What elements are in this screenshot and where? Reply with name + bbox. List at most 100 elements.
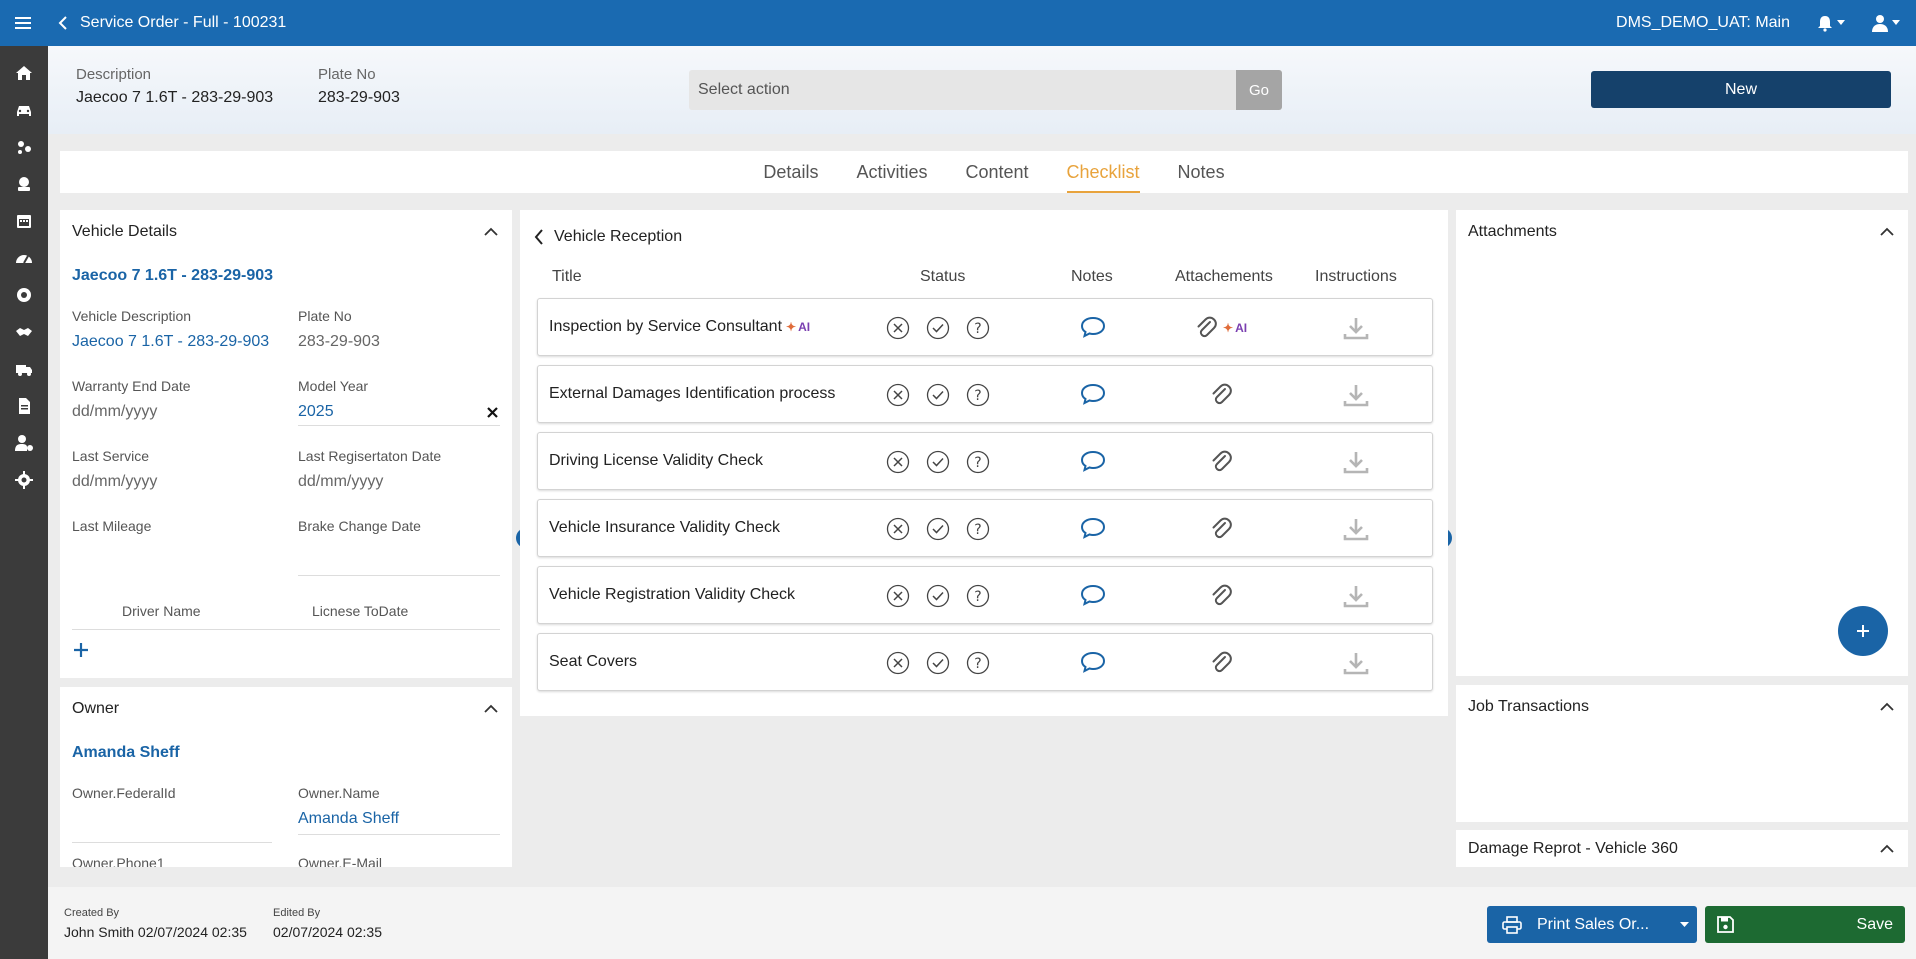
menu-icon[interactable] [0,16,46,30]
comment-icon[interactable] [1080,450,1106,472]
tab-checklist[interactable]: Checklist [1066,151,1140,193]
print-sales-order-button[interactable]: Print Sales Or... [1487,906,1697,943]
print-dropdown[interactable] [1671,921,1697,928]
model-year-field[interactable]: Model Year 2025 [298,378,500,426]
status-unknown-icon[interactable]: ? [966,651,990,675]
user-menu-button[interactable] [1871,14,1900,32]
warranty-value[interactable]: dd/mm/yyyy [72,403,272,421]
status-unknown-icon[interactable]: ? [966,316,990,340]
status-approve-icon[interactable] [926,383,950,407]
status-approve-icon[interactable] [926,584,950,608]
home-icon[interactable] [0,54,48,91]
workshop-icon[interactable] [0,276,48,313]
owner-email-field[interactable]: Owner.E-Mail [298,855,382,867]
last-registration-field[interactable]: Last Regisertaton Date dd/mm/yyyy [298,448,500,491]
status-unknown-icon[interactable]: ? [966,383,990,407]
caret-down-icon [1679,921,1689,927]
model-year-input[interactable]: 2025 [298,403,500,426]
status-approve-icon[interactable] [926,517,950,541]
owner-phone-field[interactable]: Owner.Phone1 [72,855,165,867]
last-service-value[interactable]: dd/mm/yyyy [72,473,272,491]
chevron-up-icon[interactable] [1878,223,1896,241]
truck-icon[interactable] [0,350,48,387]
action-select[interactable]: Select action Go [689,70,1282,110]
paperclip-icon[interactable] [1195,316,1217,340]
clear-icon[interactable] [487,407,498,418]
tab-notes[interactable]: Notes [1178,151,1225,193]
service-icon[interactable] [0,165,48,202]
checklist-item-title: Driving License Validity Check [549,452,764,469]
ai-badge: ✦ AI [786,320,810,334]
speed-icon[interactable] [0,239,48,276]
tab-activities[interactable]: Activities [856,151,927,193]
chevron-up-icon[interactable] [1878,840,1896,858]
status-reject-icon[interactable] [886,584,910,608]
environment-label[interactable]: DMS_DEMO_UAT: Main [1616,14,1790,32]
status-reject-icon[interactable] [886,450,910,474]
attachments-title: Attachments [1468,223,1557,240]
add-attachment-button[interactable] [1838,606,1888,656]
back-icon[interactable] [534,229,544,245]
paperclip-icon[interactable] [1210,584,1232,608]
comment-icon[interactable] [1080,651,1106,673]
comment-icon[interactable] [1080,517,1106,539]
status-reject-icon[interactable] [886,383,910,407]
user-settings-icon[interactable] [0,424,48,461]
vehicle-link[interactable]: Jaecoo 7 1.6T - 283-29-903 [72,267,273,285]
comment-icon[interactable] [1080,316,1106,338]
gear-icon[interactable] [0,461,48,498]
status-approve-icon[interactable] [926,651,950,675]
status-unknown-icon[interactable]: ? [966,450,990,474]
brake-change-field[interactable]: Brake Change Date [298,518,500,576]
warranty-field[interactable]: Warranty End Date dd/mm/yyyy [72,378,272,421]
last-registration-value[interactable]: dd/mm/yyyy [298,473,500,491]
chevron-up-icon[interactable] [482,223,500,241]
download-icon[interactable] [1343,517,1369,541]
add-driver-icon[interactable] [73,642,89,658]
go-button[interactable]: Go [1236,70,1282,110]
status-reject-icon[interactable] [886,316,910,340]
handshake-icon[interactable] [0,313,48,350]
caret-down-icon [1892,20,1900,25]
owner-name-field[interactable]: Owner.Name Amanda Sheff [298,785,500,835]
chevron-up-icon[interactable] [1878,698,1896,716]
download-icon[interactable] [1343,651,1369,675]
status-reject-icon[interactable] [886,517,910,541]
tab-content[interactable]: Content [965,151,1028,193]
notifications-button[interactable] [1816,14,1845,32]
save-button[interactable]: Save [1705,906,1905,943]
download-icon[interactable] [1343,316,1369,340]
last-mileage-field[interactable]: Last Mileage [72,518,272,534]
download-icon[interactable] [1343,383,1369,407]
status-approve-icon[interactable] [926,450,950,474]
status-reject-icon[interactable] [886,651,910,675]
calendar-icon[interactable] [0,202,48,239]
paperclip-icon[interactable] [1210,651,1232,675]
brake-change-input[interactable] [298,575,500,576]
comment-icon[interactable] [1080,584,1106,606]
paperclip-icon[interactable] [1210,517,1232,541]
status-unknown-icon[interactable]: ? [966,584,990,608]
comment-icon[interactable] [1080,383,1106,405]
chevron-up-icon[interactable] [482,700,500,718]
owner-federal-field[interactable]: Owner.FederalId [72,785,272,843]
paperclip-icon[interactable] [1210,383,1232,407]
checklist-header[interactable]: Vehicle Reception [534,228,682,246]
col-instructions: Instructions [1315,268,1397,285]
owner-name-value[interactable]: Amanda Sheff [298,810,500,835]
download-icon[interactable] [1343,584,1369,608]
paperclip-icon[interactable] [1210,450,1232,474]
owner-link[interactable]: Amanda Sheff [72,744,180,762]
back-icon[interactable] [52,16,74,30]
parts-icon[interactable] [0,128,48,165]
new-button[interactable]: New [1591,71,1891,108]
checklist-item-title: Inspection by Service Consultant [549,318,783,335]
document-icon[interactable] [0,387,48,424]
status-unknown-icon[interactable]: ? [966,517,990,541]
tab-details[interactable]: Details [763,151,818,193]
last-service-field[interactable]: Last Service dd/mm/yyyy [72,448,272,491]
download-icon[interactable] [1343,450,1369,474]
car-icon[interactable] [0,91,48,128]
vehicle-description-value[interactable]: Jaecoo 7 1.6T - 283-29-903 [72,333,272,351]
status-approve-icon[interactable] [926,316,950,340]
